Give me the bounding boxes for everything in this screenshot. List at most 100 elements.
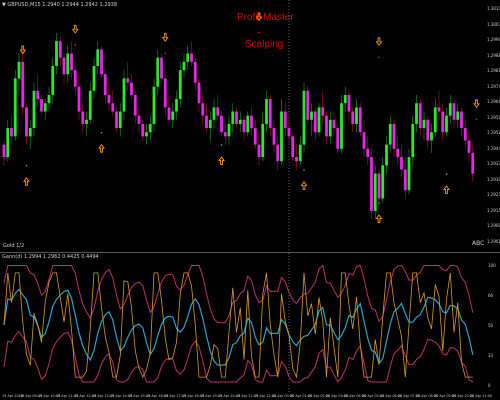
candle-body <box>115 111 118 129</box>
price-axis[interactable]: 1.3010 1.3003 1.2996 1.2988 1.2981 1.2974 1.29… <box>486 0 500 252</box>
candle-body <box>77 86 81 112</box>
signal-dot <box>100 131 103 134</box>
candle-body <box>358 107 362 133</box>
candle-body <box>306 90 310 120</box>
candle-body <box>370 157 373 211</box>
price-tick-label: 1.2944 <box>487 145 500 151</box>
candle-body <box>111 103 115 112</box>
candle-body <box>385 144 388 166</box>
candle-body <box>216 107 220 116</box>
indicator-chart[interactable] <box>0 253 486 393</box>
sell-arrow-icon <box>255 12 263 22</box>
candle-body <box>328 119 332 137</box>
signal-dot <box>164 52 167 54</box>
buy-arrow-icon <box>443 185 450 194</box>
chart-window[interactable]: ▼ GBPUSD,M15 1.2940 1.2944 1.2942 1.2938… <box>0 0 500 400</box>
price-chart[interactable] <box>0 0 486 252</box>
candle-body <box>463 128 467 141</box>
candle-body <box>2 144 6 158</box>
candle-body <box>392 123 396 149</box>
candle-body <box>298 144 302 162</box>
candle-body <box>133 94 137 116</box>
candle-body <box>441 111 445 133</box>
sell-arrow-icon <box>473 99 480 109</box>
candle-body <box>261 123 265 158</box>
sell-arrow-icon <box>161 33 169 42</box>
signal-dot <box>25 164 28 167</box>
price-tick-label: 1.2937 <box>487 161 500 166</box>
candle-body <box>148 123 152 133</box>
indicator-tick-label: 0 <box>488 383 491 388</box>
candle-body <box>85 119 88 124</box>
candle-body <box>231 111 235 124</box>
signal-dot <box>445 173 448 175</box>
price-tick-label: 1.2996 <box>487 37 500 42</box>
candle-body <box>223 132 227 137</box>
candle-body <box>317 107 321 133</box>
candle-body <box>257 144 261 158</box>
indicator-axis[interactable]: 100 66 50 33 0 <box>486 253 500 393</box>
candle-body <box>411 123 415 158</box>
candle-body <box>205 115 208 129</box>
time-axis[interactable]: 19 Apr 2018 19 Apr 09:45 19 Apr 10:45 19 Ap… <box>0 393 492 400</box>
candle-body <box>103 74 107 95</box>
candle-body <box>351 111 355 124</box>
candle-body <box>302 90 306 145</box>
price-tick-label: 1.2930 <box>487 176 500 182</box>
candle-body <box>287 128 291 137</box>
sell-arrow-icon <box>71 24 79 34</box>
candle-body <box>396 148 400 158</box>
signal-dot <box>258 31 260 34</box>
candle-body <box>43 103 47 112</box>
candle-body <box>6 128 10 158</box>
candle-body <box>422 119 426 129</box>
candle-body <box>388 123 392 145</box>
candle-body <box>130 82 133 95</box>
oscillator-line <box>3 272 473 379</box>
candle-body <box>167 107 171 120</box>
candle-body <box>137 115 141 124</box>
candle-body <box>452 103 456 120</box>
candle-body <box>250 115 253 129</box>
candle-body <box>182 61 186 71</box>
candle-body <box>272 128 276 145</box>
candle-body <box>156 57 160 87</box>
candle-body <box>313 111 317 133</box>
price-tick-label: 1.3003 <box>487 21 500 27</box>
candle-body <box>268 99 272 129</box>
signal-dot <box>475 118 478 121</box>
candle-body <box>460 111 463 129</box>
candle-body <box>70 53 73 71</box>
candle-body <box>381 165 385 199</box>
signal-dot <box>378 56 380 59</box>
candle-body <box>100 49 103 75</box>
candle-body <box>343 94 347 104</box>
candle-body <box>433 107 437 133</box>
candle-body <box>242 119 246 133</box>
price-tick-label: 1.2974 <box>487 83 500 89</box>
candle-body <box>437 107 441 112</box>
candle-body <box>362 132 366 149</box>
candle-body <box>160 57 163 79</box>
price-tick-label: 1.3010 <box>487 6 500 11</box>
candle-body <box>212 107 216 120</box>
candle-body <box>190 53 193 62</box>
candle-body <box>51 65 55 95</box>
candle-body <box>280 111 283 162</box>
candle-body <box>40 99 43 112</box>
candle-body <box>17 61 21 79</box>
candle-body <box>332 119 336 129</box>
candle-body <box>220 115 223 133</box>
candle-body <box>175 99 178 112</box>
candle-body <box>145 132 148 137</box>
upper-band-line <box>3 264 474 324</box>
candle-body <box>58 41 62 58</box>
candle-body <box>253 128 257 145</box>
price-tick-label: 1.2988 <box>487 52 500 58</box>
indicator-tick-label: 100 <box>488 263 496 268</box>
indicator-tick-label: 33 <box>488 353 494 358</box>
candle-body <box>291 136 295 158</box>
candle-body <box>456 111 460 120</box>
candle-body <box>430 132 433 141</box>
candle-body <box>377 173 381 199</box>
